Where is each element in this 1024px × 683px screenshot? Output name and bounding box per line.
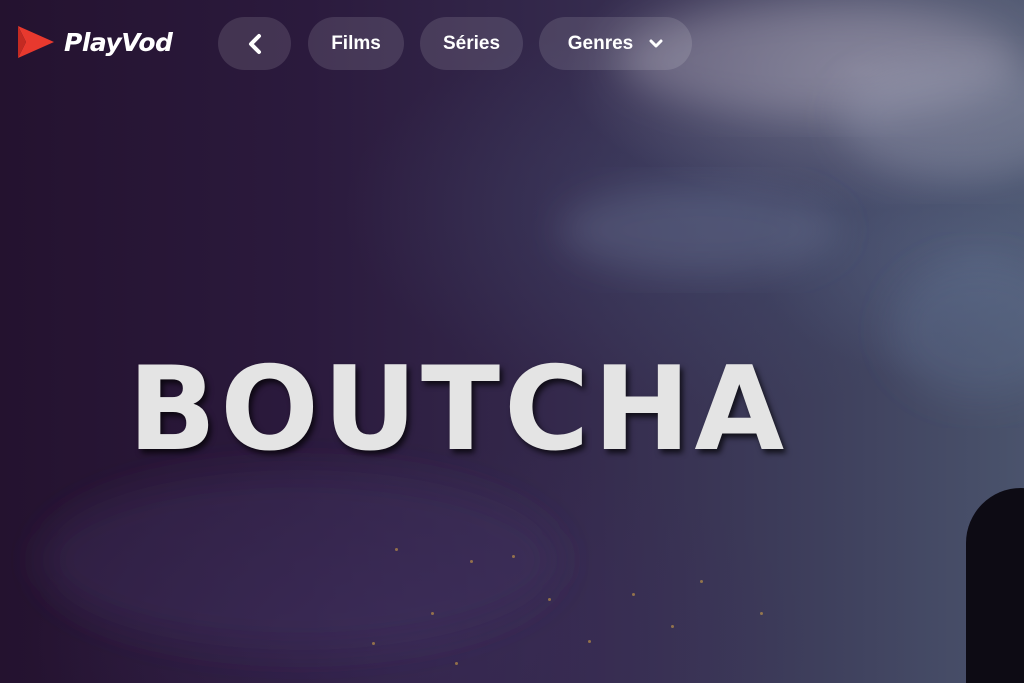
playvod-logo[interactable]: PlayVod [16,24,173,60]
back-button[interactable] [218,17,291,70]
chevron-down-icon [649,39,663,47]
top-navigation-bar: PlayVod Films Séries Genres [0,0,1024,86]
nav-films-button[interactable]: Films [308,17,404,70]
play-logo-icon [18,26,54,58]
person-silhouette [966,488,1024,683]
brand-name: PlayVod [64,27,173,57]
nav-films-label: Films [331,32,381,54]
nav-series-button[interactable]: Séries [420,17,523,70]
nav-genres-dropdown[interactable]: Genres [539,17,692,70]
nav-genres-label: Genres [567,32,634,54]
chevron-left-icon [248,33,261,54]
hero-title: BOUTCHA [127,342,789,477]
hero-banner: PlayVod Films Séries Genres BOUTCHA [0,0,1024,683]
nav-series-label: Séries [442,32,501,54]
